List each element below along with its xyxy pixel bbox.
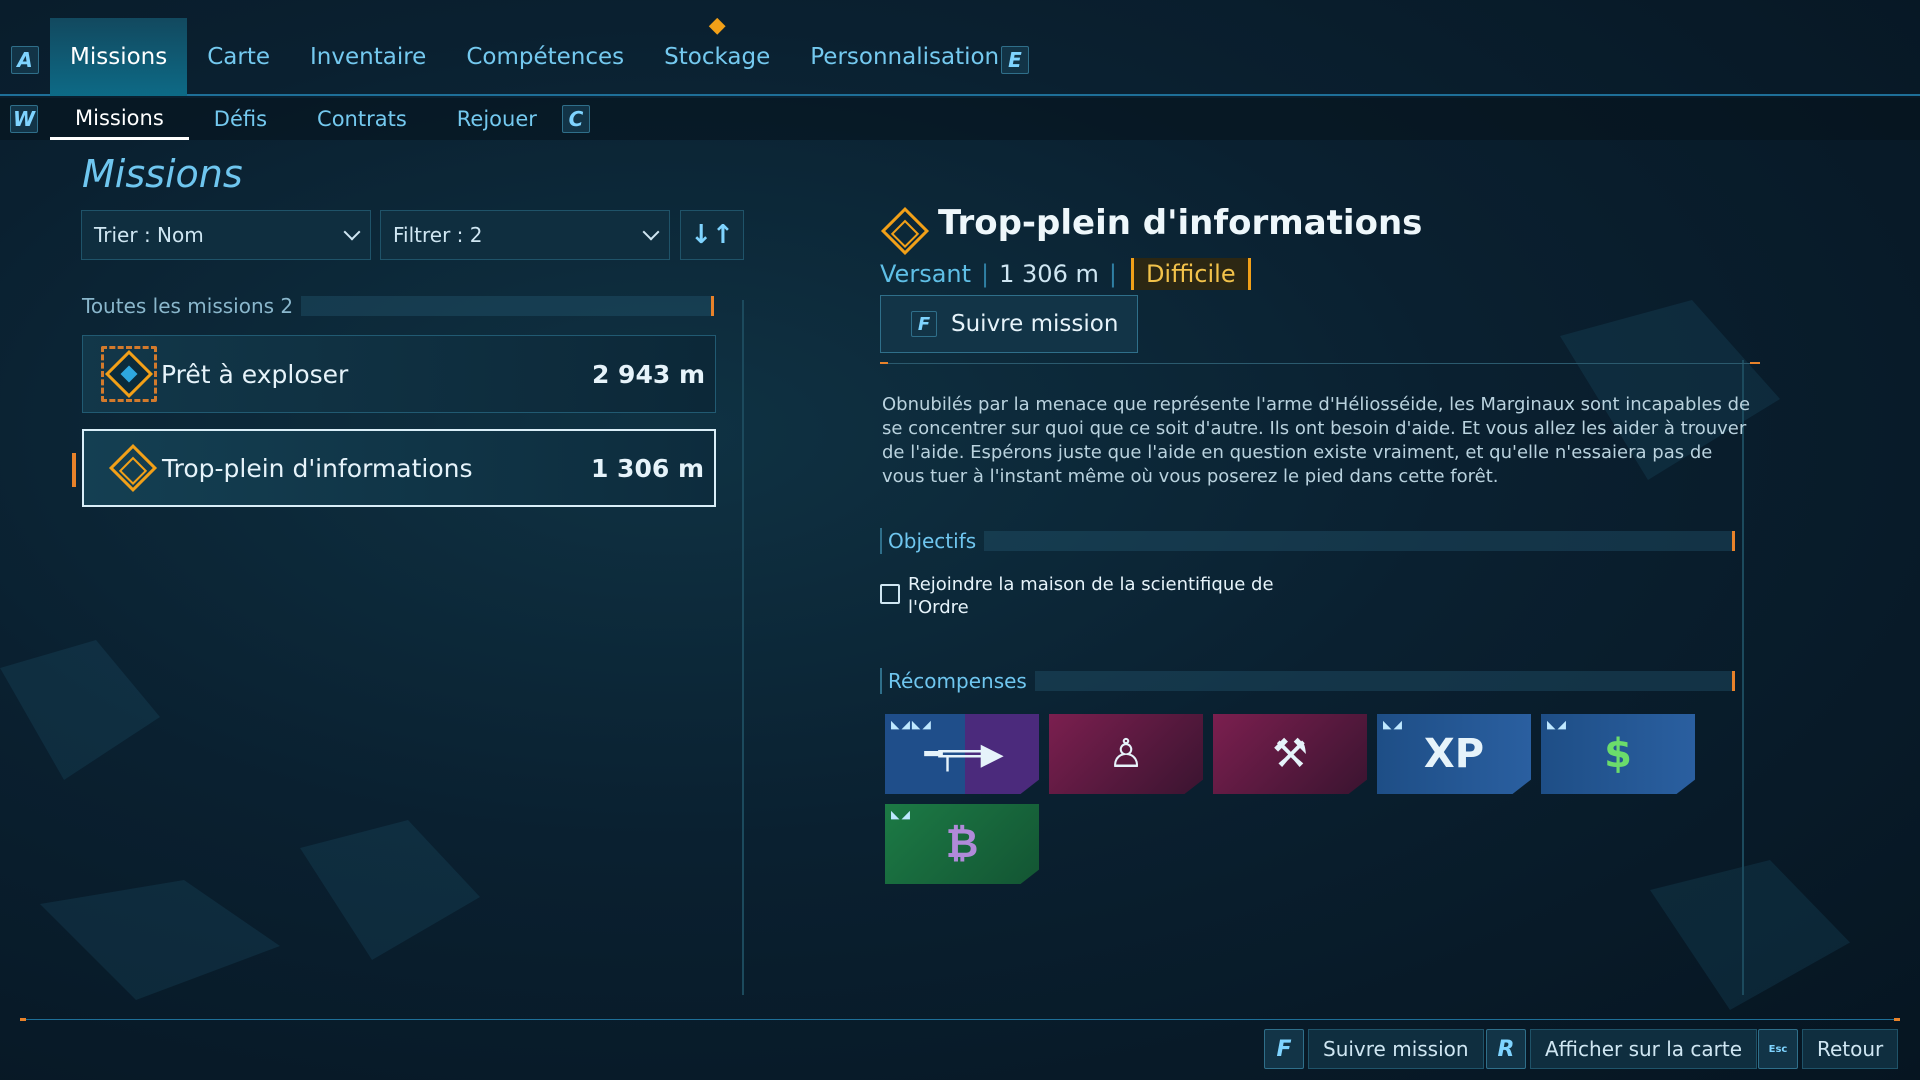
mission-distance: 2 943 m: [591, 359, 705, 389]
mission-title: Trop-plein d'informations: [938, 203, 1423, 243]
mission-meta: Versant | 1 306 m | Difficile: [880, 256, 1251, 292]
sort-dropdown[interactable]: Trier : Nom: [81, 210, 371, 260]
mission-region: Versant: [880, 260, 972, 288]
panel-title: Missions: [82, 152, 243, 196]
track-label: Suivre mission: [951, 311, 1119, 337]
subtab-replay[interactable]: Rejouer: [432, 98, 562, 140]
mission-group-header[interactable]: Toutes les missions 2: [82, 294, 714, 318]
background-shard: [1650, 860, 1850, 1010]
eridium-icon: ₿: [945, 821, 979, 867]
rarity-stripe-icon: ◣◢: [1383, 718, 1404, 731]
chevron-down-icon: [642, 223, 660, 241]
objectives-header: Objectifs: [880, 528, 1735, 554]
weapon-parts-icon: ⚒: [1272, 731, 1308, 777]
hint-label: Retour: [1802, 1029, 1899, 1069]
money-icon: $: [1604, 731, 1632, 777]
hint-label: Afficher sur la carte: [1530, 1029, 1758, 1069]
section-divider: [984, 531, 1735, 551]
meta-separator: |: [981, 260, 990, 288]
rewards-label: Récompenses: [888, 669, 1027, 693]
rarity-stripe-icon: ◣◢: [891, 808, 912, 821]
tab-skills[interactable]: Compétences: [446, 18, 644, 96]
background-shard: [40, 880, 280, 1000]
subtab-challenges[interactable]: Défis: [189, 98, 292, 140]
mission-name: Prêt à exploser: [161, 359, 349, 389]
hint-key: F: [1264, 1029, 1304, 1069]
reward-xp[interactable]: ◣◢ XP: [1377, 714, 1531, 794]
background-shard: [0, 640, 160, 780]
prev-subtab-key[interactable]: W: [10, 105, 38, 133]
detail-divider: [880, 362, 1760, 364]
meta-separator: |: [1108, 260, 1117, 288]
mission-distance: 1 306 m: [999, 260, 1099, 288]
prev-tab-key[interactable]: A: [11, 46, 39, 74]
group-divider: [301, 296, 714, 316]
warning-icon: ◆: [708, 13, 726, 38]
group-label: Toutes les missions 2: [82, 294, 294, 318]
rewards-header: Récompenses: [880, 668, 1735, 694]
reward-skill-point[interactable]: ♙: [1049, 714, 1203, 794]
subtab-missions[interactable]: Missions: [50, 98, 189, 140]
difficulty-badge: Difficile: [1130, 258, 1251, 290]
objective-item: Rejoindre la maison de la scientifique d…: [880, 573, 1310, 619]
mission-diamond-icon: [880, 206, 930, 256]
xp-icon: XP: [1423, 731, 1485, 777]
objective-text: Rejoindre la maison de la scientifique d…: [908, 574, 1274, 618]
sort-arrows-icon: ↓↑: [690, 220, 734, 250]
subtab-contracts[interactable]: Contrats: [292, 98, 432, 140]
tab-map[interactable]: Carte: [187, 18, 290, 96]
skill-point-icon: ♙: [1108, 731, 1144, 777]
section-divider: [1034, 671, 1735, 691]
mission-item[interactable]: Prêt à exploser 2 943 m: [82, 335, 716, 413]
track-key: F: [911, 311, 937, 337]
reward-weapon-parts[interactable]: ⚒: [1213, 714, 1367, 794]
reward-rifle[interactable]: ◣◢◣◢ ━╤══▶: [885, 714, 1039, 794]
rifle-icon: ━╤══▶: [924, 736, 1003, 772]
filter-dropdown[interactable]: Filtrer : 2: [380, 210, 670, 260]
tab-missions[interactable]: Missions: [50, 18, 188, 96]
rarity-stripe-icon: ◣◢◣◢: [891, 718, 933, 731]
objective-checkbox: [880, 584, 900, 604]
main-tabs: Missions Carte Inventaire Compétences ◆ …: [50, 14, 1019, 96]
chevron-down-icon: [343, 223, 361, 241]
tab-storage-label: Stockage: [664, 44, 771, 70]
mission-diamond-icon: [108, 443, 158, 493]
mission-name: Trop-plein d'informations: [162, 453, 473, 483]
reward-money[interactable]: ◣◢ $: [1541, 714, 1695, 794]
filter-label: Filtrer : 2: [393, 223, 483, 247]
hint-key: R: [1486, 1029, 1526, 1069]
hint-back[interactable]: Esc Retour: [1758, 1029, 1899, 1069]
mission-item-selected[interactable]: Trop-plein d'informations 1 306 m: [72, 429, 716, 507]
sub-tabs: Missions Défis Contrats Rejouer: [50, 98, 562, 140]
mission-distance: 1 306 m: [590, 453, 704, 483]
next-subtab-key[interactable]: C: [562, 105, 590, 133]
selection-marker: [72, 453, 76, 487]
tab-customization[interactable]: Personnalisation: [790, 18, 1019, 96]
track-mission-button[interactable]: F Suivre mission: [880, 295, 1138, 353]
reward-eridium[interactable]: ◣◢ ₿: [885, 804, 1039, 884]
bottom-divider: [20, 1018, 1900, 1021]
sort-order-button[interactable]: ↓↑: [680, 210, 744, 260]
tab-storage[interactable]: ◆ Stockage: [644, 14, 790, 96]
sort-label: Trier : Nom: [94, 223, 204, 247]
hint-track-mission[interactable]: F Suivre mission: [1264, 1029, 1484, 1069]
hint-key: Esc: [1758, 1029, 1798, 1069]
sub-nav: W Missions Défis Contrats Rejouer C: [0, 98, 1920, 140]
next-tab-key[interactable]: E: [1001, 46, 1029, 74]
hint-show-on-map[interactable]: R Afficher sur la carte: [1486, 1029, 1758, 1069]
mission-description: Obnubilés par la menace que représente l…: [882, 394, 1751, 487]
tab-inventory[interactable]: Inventaire: [290, 18, 446, 96]
background-shard: [300, 820, 480, 960]
main-nav: A Missions Carte Inventaire Compétences …: [0, 0, 1920, 96]
objectives-label: Objectifs: [888, 529, 977, 553]
panel-divider: [742, 300, 744, 995]
rarity-stripe-icon: ◣◢: [1547, 718, 1568, 731]
hint-label: Suivre mission: [1308, 1029, 1484, 1069]
